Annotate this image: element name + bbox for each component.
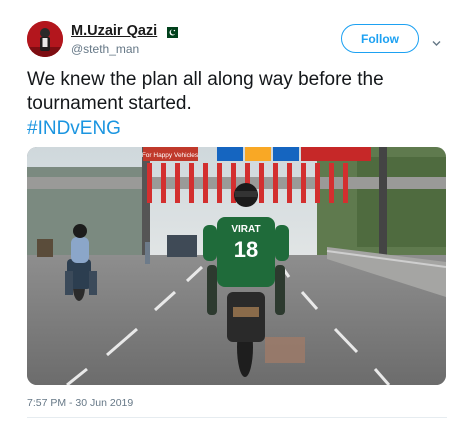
tweet-timestamp[interactable]: 7:57 PM - 30 Jun 2019 — [27, 397, 133, 409]
jersey-name: VIRAT — [231, 224, 260, 235]
display-name-text[interactable]: M.Uzair Qazi — [71, 23, 157, 39]
user-handle[interactable]: @steth_man — [71, 42, 139, 56]
divider — [27, 417, 447, 418]
pakistan-flag-icon — [163, 26, 179, 38]
jersey-number: 18 — [234, 237, 258, 262]
tweet-text: We knew the plan all along way before th… — [27, 69, 384, 114]
follow-button[interactable]: Follow — [341, 24, 419, 53]
avatar[interactable] — [27, 21, 63, 57]
chevron-down-icon[interactable] — [432, 35, 441, 46]
tweet-media-photo[interactable]: For Happy Vehicles VIRAT 18 — [27, 147, 446, 385]
hashtag-link[interactable]: #INDvENG — [27, 117, 121, 141]
banner-text: For Happy Vehicles — [142, 152, 199, 159]
display-name[interactable]: M.Uzair Qazi — [71, 23, 179, 39]
